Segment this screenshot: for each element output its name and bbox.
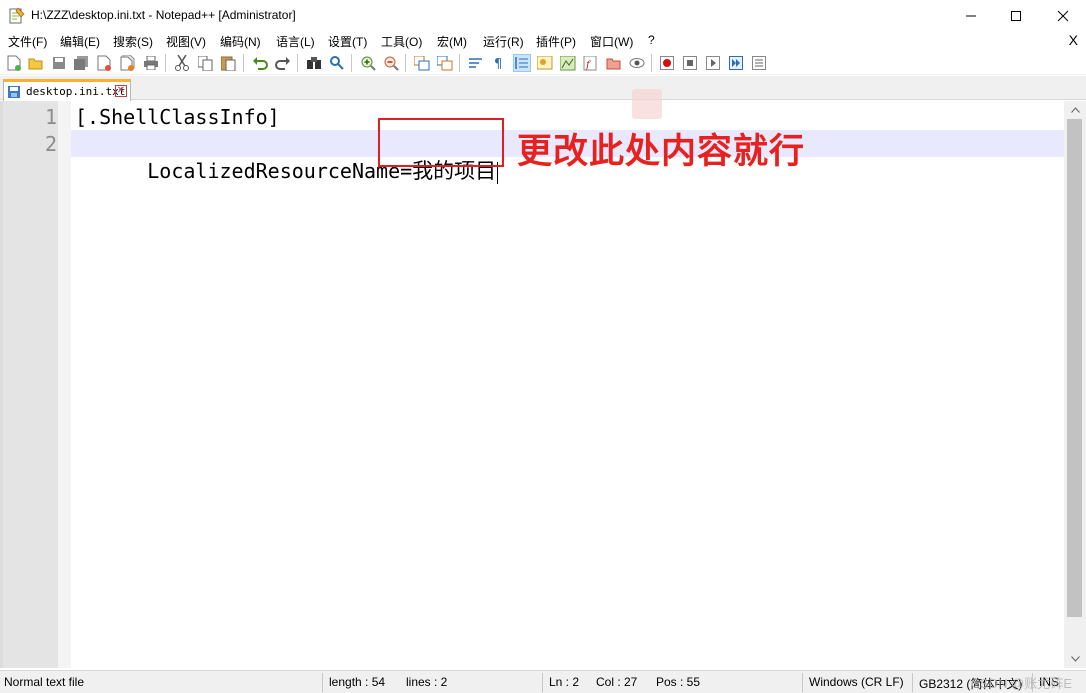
status-lines: lines : 2 xyxy=(406,675,448,689)
status-separator xyxy=(322,673,323,692)
menu-help[interactable]: ? xyxy=(648,33,655,47)
status-file-type: Normal text file xyxy=(4,675,85,689)
status-separator xyxy=(542,673,543,692)
status-separator xyxy=(912,673,913,692)
menu-encoding[interactable]: 编码(N) xyxy=(220,33,261,50)
menu-edit[interactable]: 编辑(E) xyxy=(60,33,100,50)
annotation-highlight-box xyxy=(378,118,504,167)
menu-search[interactable]: 搜索(S) xyxy=(113,33,153,50)
maximize-button[interactable] xyxy=(993,0,1039,31)
tab-bar: desktop.ini.txt ✕ xyxy=(0,76,1086,101)
status-separator xyxy=(802,673,803,692)
svg-text:¶: ¶ xyxy=(494,57,502,70)
save-macro-icon[interactable] xyxy=(750,54,768,72)
menu-file[interactable]: 文件(F) xyxy=(8,33,47,50)
close-tab-icon[interactable]: ✕ xyxy=(115,85,127,97)
replace-icon[interactable] xyxy=(328,54,346,72)
stop-macro-icon[interactable] xyxy=(681,54,699,72)
find-icon[interactable] xyxy=(305,54,323,72)
sync-vertical-icon[interactable] xyxy=(413,54,431,72)
menu-macro[interactable]: 宏(M) xyxy=(437,33,467,50)
menu-view[interactable]: 视图(V) xyxy=(166,33,206,50)
print-icon[interactable] xyxy=(142,54,160,72)
redo-icon[interactable] xyxy=(274,54,292,72)
zoom-out-icon[interactable] xyxy=(382,54,400,72)
line-number: 1 xyxy=(44,105,57,129)
scroll-up-icon[interactable] xyxy=(1064,101,1086,119)
fold-margin xyxy=(58,101,71,668)
menu-run[interactable]: 运行(R) xyxy=(483,33,524,50)
annotation-text: 更改此处内容就行 xyxy=(517,132,806,172)
undo-icon[interactable] xyxy=(251,54,269,72)
toolbar-separator xyxy=(351,54,352,72)
folder-workspace-icon[interactable] xyxy=(605,54,623,72)
save-icon[interactable] xyxy=(50,54,68,72)
monitoring-icon[interactable] xyxy=(628,54,646,72)
menu-language[interactable]: 语言(L) xyxy=(276,33,315,50)
close-window-button[interactable] xyxy=(1040,0,1086,31)
close-file-icon[interactable] xyxy=(95,54,113,72)
notepadplusplus-icon xyxy=(8,7,25,24)
close-document-menu-button[interactable]: X xyxy=(1069,32,1078,48)
new-file-icon[interactable] xyxy=(5,54,23,72)
scroll-down-icon[interactable] xyxy=(1064,650,1086,668)
tab-desktop-ini[interactable]: desktop.ini.txt ✕ xyxy=(3,79,131,101)
menu-tools[interactable]: 工具(O) xyxy=(381,33,422,50)
status-eol: Windows (CR LF) xyxy=(809,675,904,689)
minimize-button[interactable] xyxy=(948,0,994,31)
word-wrap-icon[interactable] xyxy=(467,54,485,72)
status-col: Col : 27 xyxy=(596,675,638,689)
indent-guide-icon[interactable] xyxy=(513,54,531,72)
close-all-icon[interactable] xyxy=(118,54,136,72)
status-bar: Normal text file length : 54 lines : 2 L… xyxy=(0,670,1086,693)
toolbar-separator xyxy=(297,54,298,72)
cut-icon[interactable] xyxy=(173,54,191,72)
sync-horizontal-icon[interactable] xyxy=(436,54,454,72)
editor: 1 2 [.ShellClassInfo] LocalizedResourceN… xyxy=(0,89,1086,668)
scrollbar-thumb[interactable] xyxy=(1067,119,1082,617)
line-number: 2 xyxy=(44,132,57,156)
tab-label: desktop.ini.txt xyxy=(26,85,126,98)
toolbar-separator xyxy=(243,54,244,72)
toolbar: ¶ f xyxy=(0,51,1086,75)
toolbar-separator xyxy=(459,54,460,72)
window-title: H:\ZZZ\desktop.ini.txt - Notepad++ [Admi… xyxy=(31,8,296,22)
ini-key: LocalizedResourceName= xyxy=(147,159,413,183)
text-area[interactable]: [.ShellClassInfo] LocalizedResourceName=… xyxy=(71,89,1064,668)
toolbar-separator xyxy=(405,54,406,72)
title-bar: H:\ZZZ\desktop.ini.txt - Notepad++ [Admi… xyxy=(0,0,1086,31)
paste-icon[interactable] xyxy=(219,54,237,72)
status-pos: Pos : 55 xyxy=(656,675,701,689)
saved-file-icon xyxy=(7,85,21,99)
menu-bar: 文件(F) 编辑(E) 搜索(S) 视图(V) 编码(N) 语言(L) 设置(T… xyxy=(0,31,1086,51)
status-ln: Ln : 2 xyxy=(549,675,580,689)
search-overlay-icon xyxy=(632,89,662,119)
copy-icon[interactable] xyxy=(196,54,214,72)
record-macro-icon[interactable] xyxy=(658,54,676,72)
save-all-icon[interactable] xyxy=(72,54,90,72)
code-line-1: [.ShellClassInfo] xyxy=(75,105,280,129)
vertical-scrollbar[interactable] xyxy=(1064,101,1086,668)
user-defined-language-icon[interactable] xyxy=(536,54,554,72)
show-all-characters-icon[interactable]: ¶ xyxy=(490,54,508,72)
zoom-in-icon[interactable] xyxy=(359,54,377,72)
run-macro-multiple-icon[interactable] xyxy=(727,54,745,72)
menu-plugins[interactable]: 插件(P) xyxy=(536,33,576,50)
menu-window[interactable]: 窗口(W) xyxy=(590,33,633,50)
status-length: length : 54 xyxy=(329,675,386,689)
toolbar-separator xyxy=(651,54,652,72)
play-macro-icon[interactable] xyxy=(704,54,722,72)
menu-settings[interactable]: 设置(T) xyxy=(328,33,367,50)
document-map-icon[interactable] xyxy=(559,54,577,72)
csdn-watermark: CSDN @账尤砗E xyxy=(970,676,1072,691)
open-file-icon[interactable] xyxy=(27,54,45,72)
toolbar-separator xyxy=(165,54,166,72)
function-list-icon[interactable]: f xyxy=(582,54,600,72)
